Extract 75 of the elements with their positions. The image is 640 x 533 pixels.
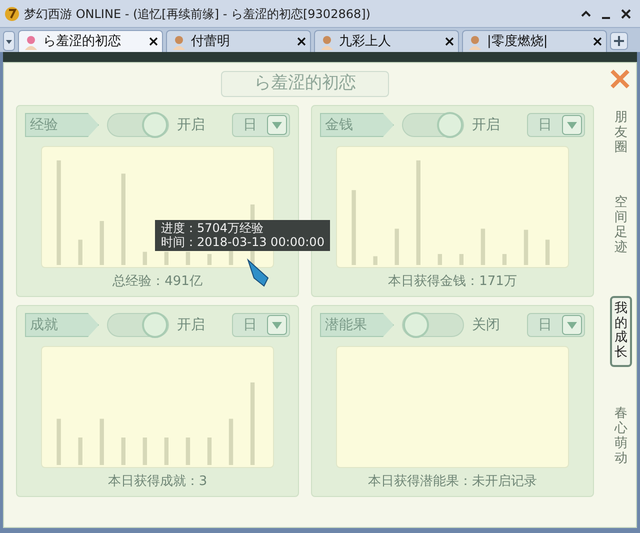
chart-bar bbox=[164, 252, 169, 266]
chart-bar bbox=[100, 418, 104, 466]
side-tab[interactable]: 我的成长 bbox=[610, 296, 632, 368]
side-tab[interactable]: 春心萌动 bbox=[612, 407, 630, 468]
chart-bar bbox=[186, 438, 190, 466]
chart-bar bbox=[164, 438, 169, 466]
close-icon[interactable] bbox=[445, 37, 454, 46]
dropdown-icon[interactable] bbox=[3, 31, 15, 51]
card-label: 经验 bbox=[25, 113, 99, 137]
toggle-label: 开启 bbox=[177, 116, 205, 134]
tab-label: |零度燃烧| bbox=[487, 32, 548, 51]
app-logo-icon bbox=[4, 6, 20, 22]
tab[interactable]: |零度燃烧| bbox=[462, 30, 607, 52]
chart-bar bbox=[142, 438, 147, 466]
tab[interactable]: 付蕾明 bbox=[166, 30, 311, 52]
avatar-icon bbox=[319, 34, 335, 50]
add-tab-icon[interactable] bbox=[610, 32, 628, 50]
chart-bar bbox=[502, 254, 507, 266]
card-summary: 本日获得成就：3 bbox=[108, 473, 208, 491]
chart-bar bbox=[524, 230, 528, 266]
toggle-label: 开启 bbox=[177, 316, 205, 334]
toggle-label: 开启 bbox=[472, 116, 500, 134]
toggle-switch[interactable] bbox=[107, 113, 169, 137]
card-label: 成就 bbox=[25, 313, 99, 337]
chart-bar bbox=[545, 240, 550, 266]
chart-bar bbox=[121, 438, 126, 466]
chart-bar bbox=[207, 254, 212, 266]
chart-bar bbox=[186, 252, 190, 266]
caret-icon bbox=[267, 315, 287, 335]
chart-bar bbox=[78, 438, 82, 466]
tab-label: ら羞涩的初恋 bbox=[43, 32, 121, 51]
card-summary: 总经验：491亿 bbox=[112, 273, 202, 291]
close-icon[interactable] bbox=[593, 37, 602, 46]
period-dropdown[interactable]: 日 bbox=[527, 313, 585, 337]
caret-icon bbox=[267, 115, 287, 135]
period-dropdown[interactable]: 日 bbox=[232, 313, 290, 337]
close-icon[interactable] bbox=[620, 8, 632, 20]
window-title: 梦幻西游 ONLINE - (追忆[再续前缘] - ら羞涩的初恋[9302868]) bbox=[24, 6, 370, 22]
card-summary: 本日获得潜能果：未开启记录 bbox=[368, 473, 537, 491]
close-icon[interactable] bbox=[149, 37, 158, 46]
period-dropdown[interactable]: 日 bbox=[527, 113, 585, 137]
chart-bar bbox=[394, 228, 399, 266]
chart-bar bbox=[207, 438, 212, 466]
tab[interactable]: 九彩上人 bbox=[314, 30, 459, 52]
tab[interactable]: ら羞涩的初恋 bbox=[18, 30, 163, 52]
tab-label: 付蕾明 bbox=[191, 32, 230, 51]
card-label: 金钱 bbox=[320, 113, 394, 137]
caret-icon bbox=[562, 115, 582, 135]
chart-bar bbox=[228, 418, 234, 466]
chart-bar bbox=[100, 220, 104, 266]
chart-bar bbox=[438, 254, 442, 266]
toggle-label: 关闭 bbox=[472, 316, 500, 334]
toggle-switch[interactable] bbox=[402, 313, 464, 337]
side-tab[interactable]: 空间足迹 bbox=[612, 196, 630, 256]
toggle-switch[interactable] bbox=[107, 313, 169, 337]
chart-bar bbox=[373, 256, 378, 266]
tooltip-line: 时间：2018-03-13 00:00:00 bbox=[161, 235, 324, 250]
avatar-icon bbox=[171, 34, 187, 50]
card-summary: 本日获得金钱：171万 bbox=[388, 273, 517, 291]
side-tab[interactable]: 朋友圈 bbox=[612, 111, 630, 156]
period-dropdown[interactable]: 日 bbox=[232, 113, 290, 137]
avatar-icon bbox=[467, 34, 483, 50]
caret-icon bbox=[562, 315, 582, 335]
card-label: 潜能果 bbox=[320, 313, 394, 337]
chart-bar bbox=[142, 252, 147, 266]
chart-bar bbox=[56, 418, 61, 466]
close-icon[interactable] bbox=[297, 37, 306, 46]
dialog-title: ら羞涩的初恋 bbox=[221, 71, 389, 97]
tooltip-line: 进度：5704万经验 bbox=[161, 221, 265, 236]
chart-bar bbox=[480, 228, 486, 266]
chart-bar bbox=[459, 254, 464, 266]
toggle-switch[interactable] bbox=[402, 113, 464, 137]
chart-bar bbox=[78, 240, 82, 266]
tab-label: 九彩上人 bbox=[339, 32, 391, 51]
avatar-icon bbox=[23, 34, 39, 50]
